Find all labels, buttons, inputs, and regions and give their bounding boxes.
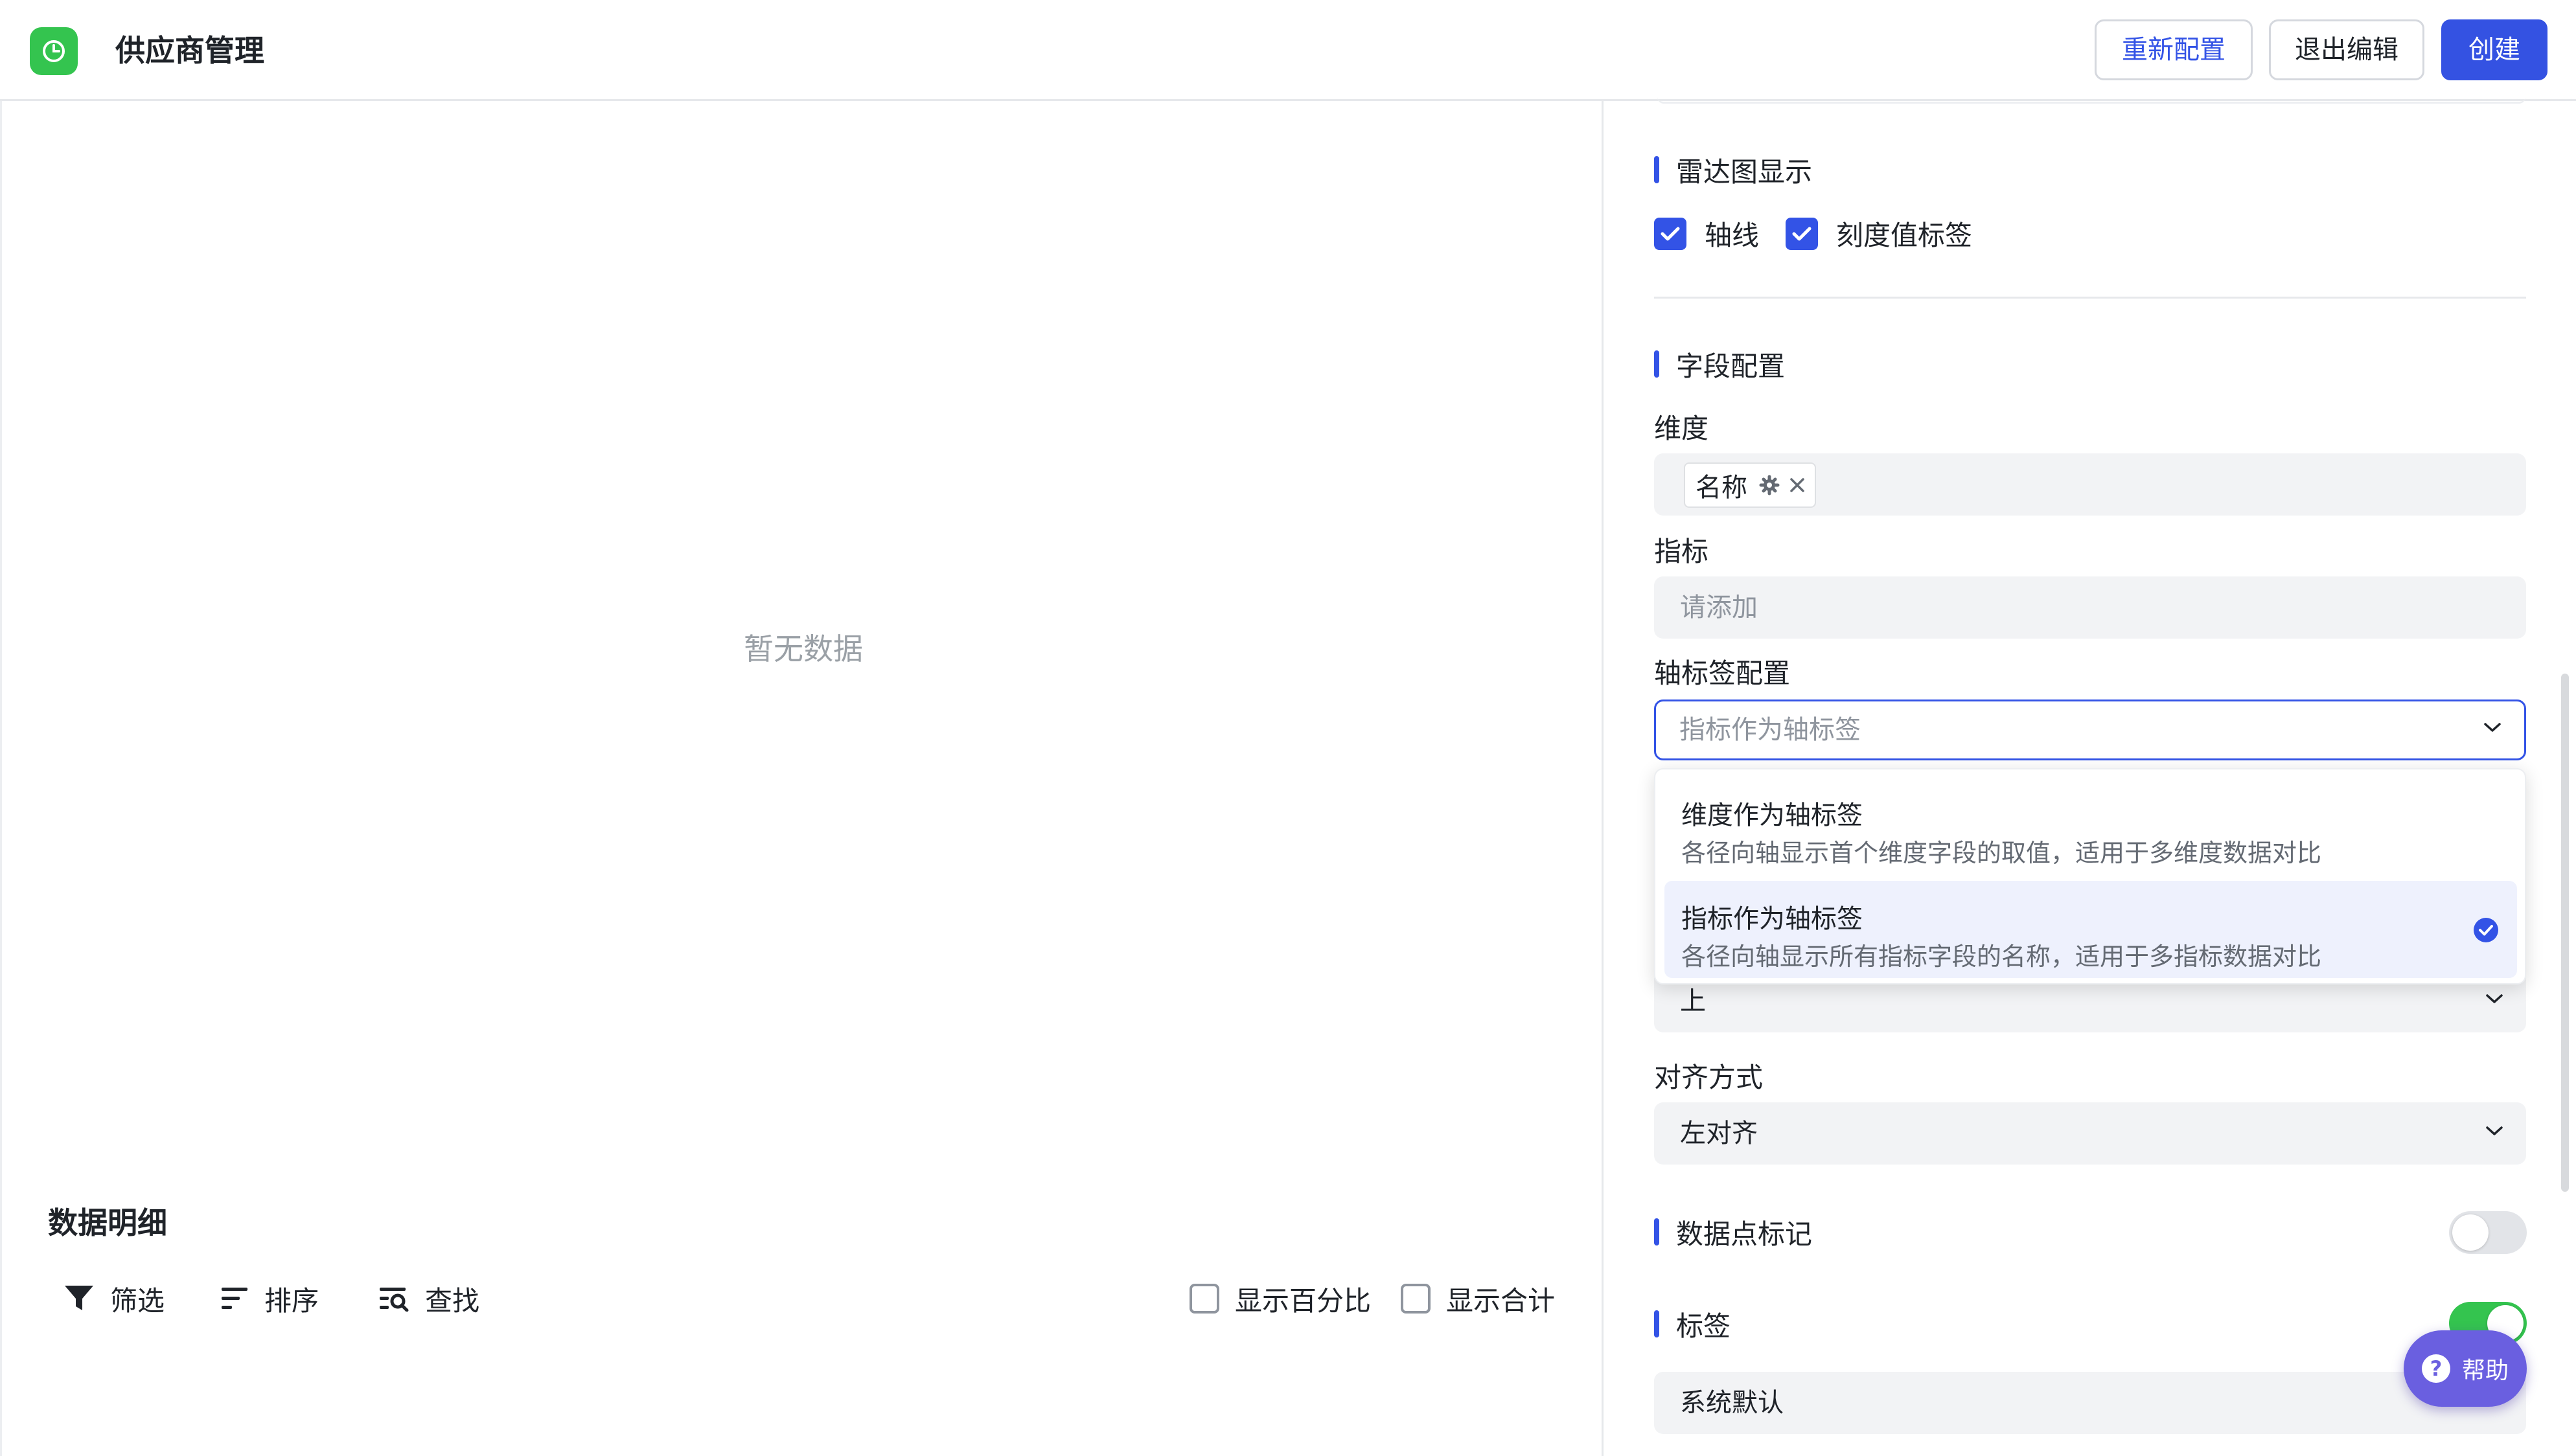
metric-field[interactable]: 请添加	[1654, 576, 2526, 639]
panel-divider[interactable]	[1602, 101, 1604, 1456]
checkbox-box[interactable]	[1190, 1284, 1219, 1314]
show-total-checkbox[interactable]: 显示合计	[1401, 1276, 1555, 1321]
section-marker	[1654, 1310, 1659, 1337]
checkbox-checked[interactable]	[1654, 217, 1686, 250]
option-description: 各径向轴显示首个维度字段的取值，适用于多维度数据对比	[1681, 839, 2322, 867]
find-icon	[380, 1288, 409, 1312]
tick-label-label: 刻度值标签	[1836, 220, 1973, 251]
sort-button[interactable]: 排序	[222, 1276, 319, 1321]
option-description: 各径向轴显示所有指标字段的名称，适用于多指标数据对比	[1681, 942, 2322, 971]
tag-style-select[interactable]: 系统默认	[1654, 1372, 2526, 1434]
tag-section: 标签	[1654, 1304, 1731, 1343]
previous-field-edge	[1657, 97, 2525, 104]
chevron-down-icon	[2484, 723, 2501, 732]
page-title: 供应商管理	[115, 33, 264, 68]
find-label: 查找	[425, 1284, 480, 1317]
section-marker	[1654, 350, 1659, 378]
filter-icon	[65, 1286, 93, 1310]
gear-icon[interactable]	[1759, 475, 1780, 495]
toggle-knob	[2452, 1214, 2489, 1251]
reconfigure-button[interactable]: 重新配置	[2095, 19, 2253, 80]
chevron-down-icon	[2486, 1126, 2503, 1135]
align-label: 对齐方式	[1654, 1062, 1764, 1093]
axis-line-checkbox[interactable]: 轴线	[1654, 214, 1759, 253]
axis-label-select[interactable]: 指标作为轴标签	[1654, 700, 2526, 760]
dimension-tag-label: 名称	[1696, 473, 1747, 503]
axis-label-select-value: 指标作为轴标签	[1679, 715, 1861, 745]
dimension-tag[interactable]: 名称	[1684, 462, 1816, 508]
help-button[interactable]: ? 帮助	[2404, 1330, 2527, 1407]
section-divider	[1654, 297, 2526, 299]
show-percent-checkbox[interactable]: 显示百分比	[1190, 1276, 1371, 1321]
axis-line-label: 轴线	[1705, 220, 1760, 251]
dimension-label: 维度	[1654, 413, 1709, 444]
radar-display-section: 雷达图显示	[1654, 150, 1812, 189]
scrollbar[interactable]	[2561, 674, 2569, 1192]
section-title: 字段配置	[1676, 350, 1786, 382]
checkbox-box[interactable]	[1401, 1284, 1431, 1314]
dimension-field[interactable]: 名称	[1654, 453, 2526, 516]
section-marker	[1654, 1218, 1659, 1246]
preview-border	[0, 101, 2, 1456]
sort-icon	[222, 1288, 247, 1309]
section-title: 数据点标记	[1676, 1218, 1813, 1250]
app-logo-icon[interactable]	[30, 27, 78, 75]
section-title: 雷达图显示	[1676, 155, 1813, 188]
align-select[interactable]: 左对齐	[1654, 1102, 2526, 1165]
metric-placeholder: 请添加	[1680, 593, 1758, 622]
tick-label-checkbox[interactable]: 刻度值标签	[1786, 214, 1972, 253]
data-detail-title: 数据明细	[48, 1205, 167, 1240]
sort-label: 排序	[264, 1284, 319, 1317]
show-percent-label: 显示百分比	[1235, 1284, 1372, 1317]
metric-label: 指标	[1654, 536, 1709, 567]
checkbox-checked[interactable]	[1786, 217, 1818, 250]
find-button[interactable]: 查找	[380, 1276, 479, 1321]
section-marker	[1654, 156, 1659, 183]
data-point-toggle[interactable]	[2449, 1211, 2527, 1254]
field-config-section: 字段配置	[1654, 345, 1785, 383]
dropdown-option-dimension[interactable]: 维度作为轴标签 各径向轴显示首个维度字段的取值，适用于多维度数据对比	[1664, 777, 2517, 874]
help-label: 帮助	[2461, 1358, 2509, 1384]
option-title: 指标作为轴标签	[1681, 904, 1863, 934]
create-button[interactable]: 创建	[2441, 19, 2547, 80]
align-select-value: 左对齐	[1680, 1119, 1758, 1148]
filter-button[interactable]: 筛选	[63, 1276, 165, 1321]
tag-style-value: 系统默认	[1680, 1388, 1784, 1418]
filter-label: 筛选	[110, 1284, 165, 1317]
axis-label-dropdown: 维度作为轴标签 各径向轴显示首个维度字段的取值，适用于多维度数据对比 指标作为轴…	[1654, 768, 2526, 984]
check-circle-icon	[2474, 918, 2498, 942]
axis-label-config-label: 轴标签配置	[1654, 657, 1791, 689]
show-total-label: 显示合计	[1446, 1284, 1556, 1317]
exit-edit-button[interactable]: 退出编辑	[2269, 19, 2424, 80]
empty-state-text: 暂无数据	[744, 631, 863, 666]
section-title: 标签	[1676, 1310, 1731, 1342]
chevron-down-icon	[2486, 994, 2503, 1003]
close-icon[interactable]	[1789, 477, 1806, 494]
dropdown-option-metric[interactable]: 指标作为轴标签 各径向轴显示所有指标字段的名称，适用于多指标数据对比	[1664, 881, 2517, 978]
help-icon: ?	[2421, 1354, 2450, 1383]
option-title: 维度作为轴标签	[1681, 801, 1863, 830]
data-point-section: 数据点标记	[1654, 1212, 1812, 1251]
